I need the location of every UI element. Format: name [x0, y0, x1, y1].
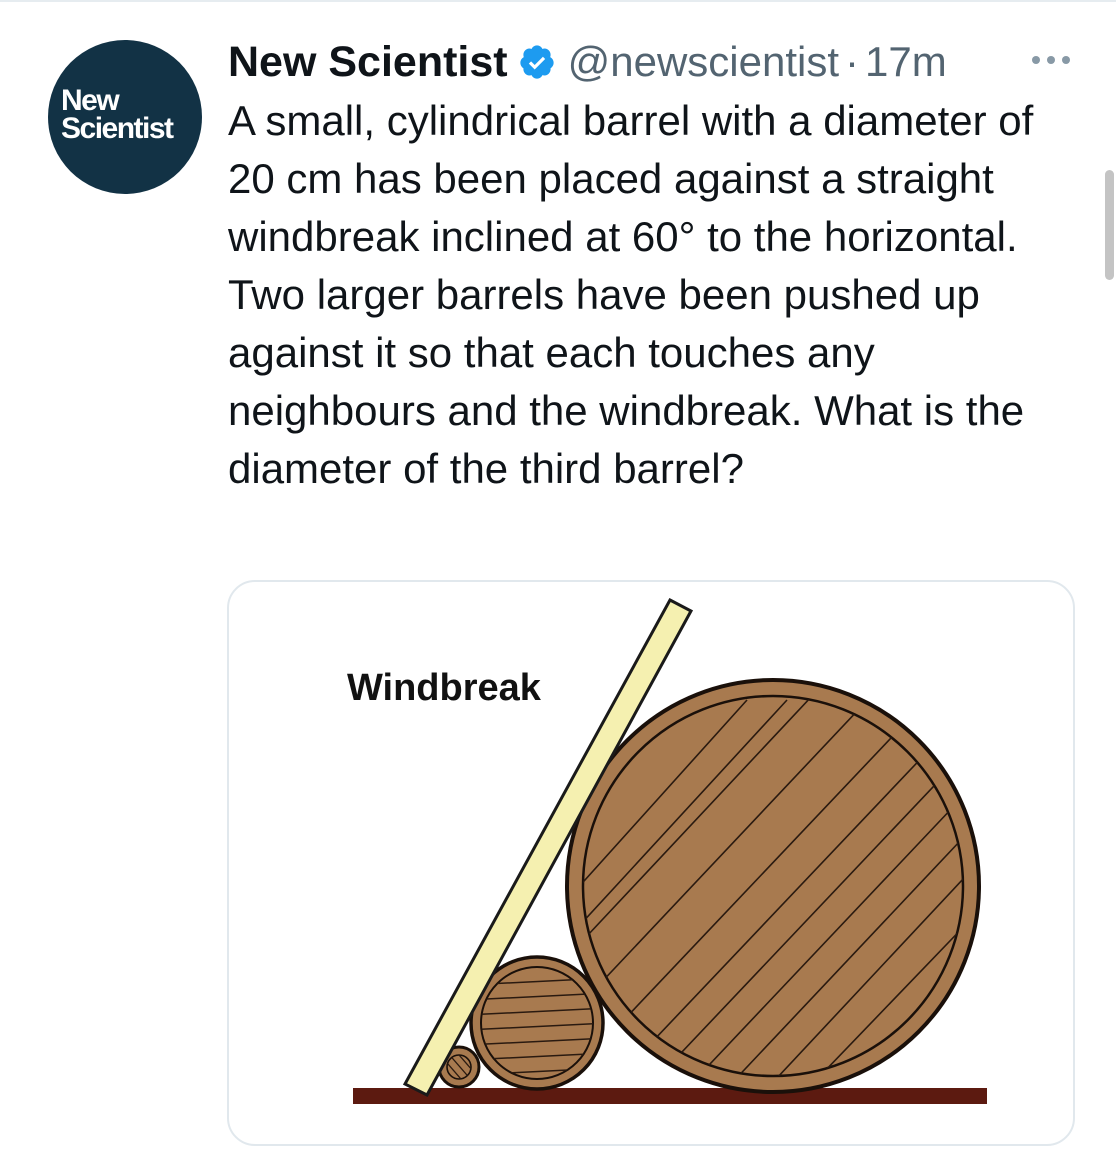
author-handle[interactable]: @newscientist — [568, 38, 839, 86]
more-options-icon[interactable] — [1028, 50, 1074, 70]
tweet-media-image[interactable]: Windbreak — [227, 580, 1075, 1146]
tweet-header: New Scientist @newscientist · 17m — [228, 34, 947, 90]
tweet-text: A small, cylindrical barrel with a diame… — [228, 97, 1034, 492]
avatar-logo-line2: Scientist — [61, 112, 174, 145]
ground-bar — [353, 1088, 987, 1104]
avatar[interactable]: New Scientist — [48, 40, 202, 194]
windbreak-label: Windbreak — [347, 667, 542, 709]
verified-badge-icon — [518, 43, 556, 81]
barrels-diagram: Windbreak — [347, 597, 987, 1104]
author-display-name[interactable]: New Scientist — [228, 38, 508, 87]
tweet-timestamp[interactable]: 17m — [865, 38, 947, 86]
separator-dot: · — [845, 38, 859, 85]
top-divider — [0, 0, 1116, 2]
scrollbar[interactable] — [1105, 170, 1114, 280]
